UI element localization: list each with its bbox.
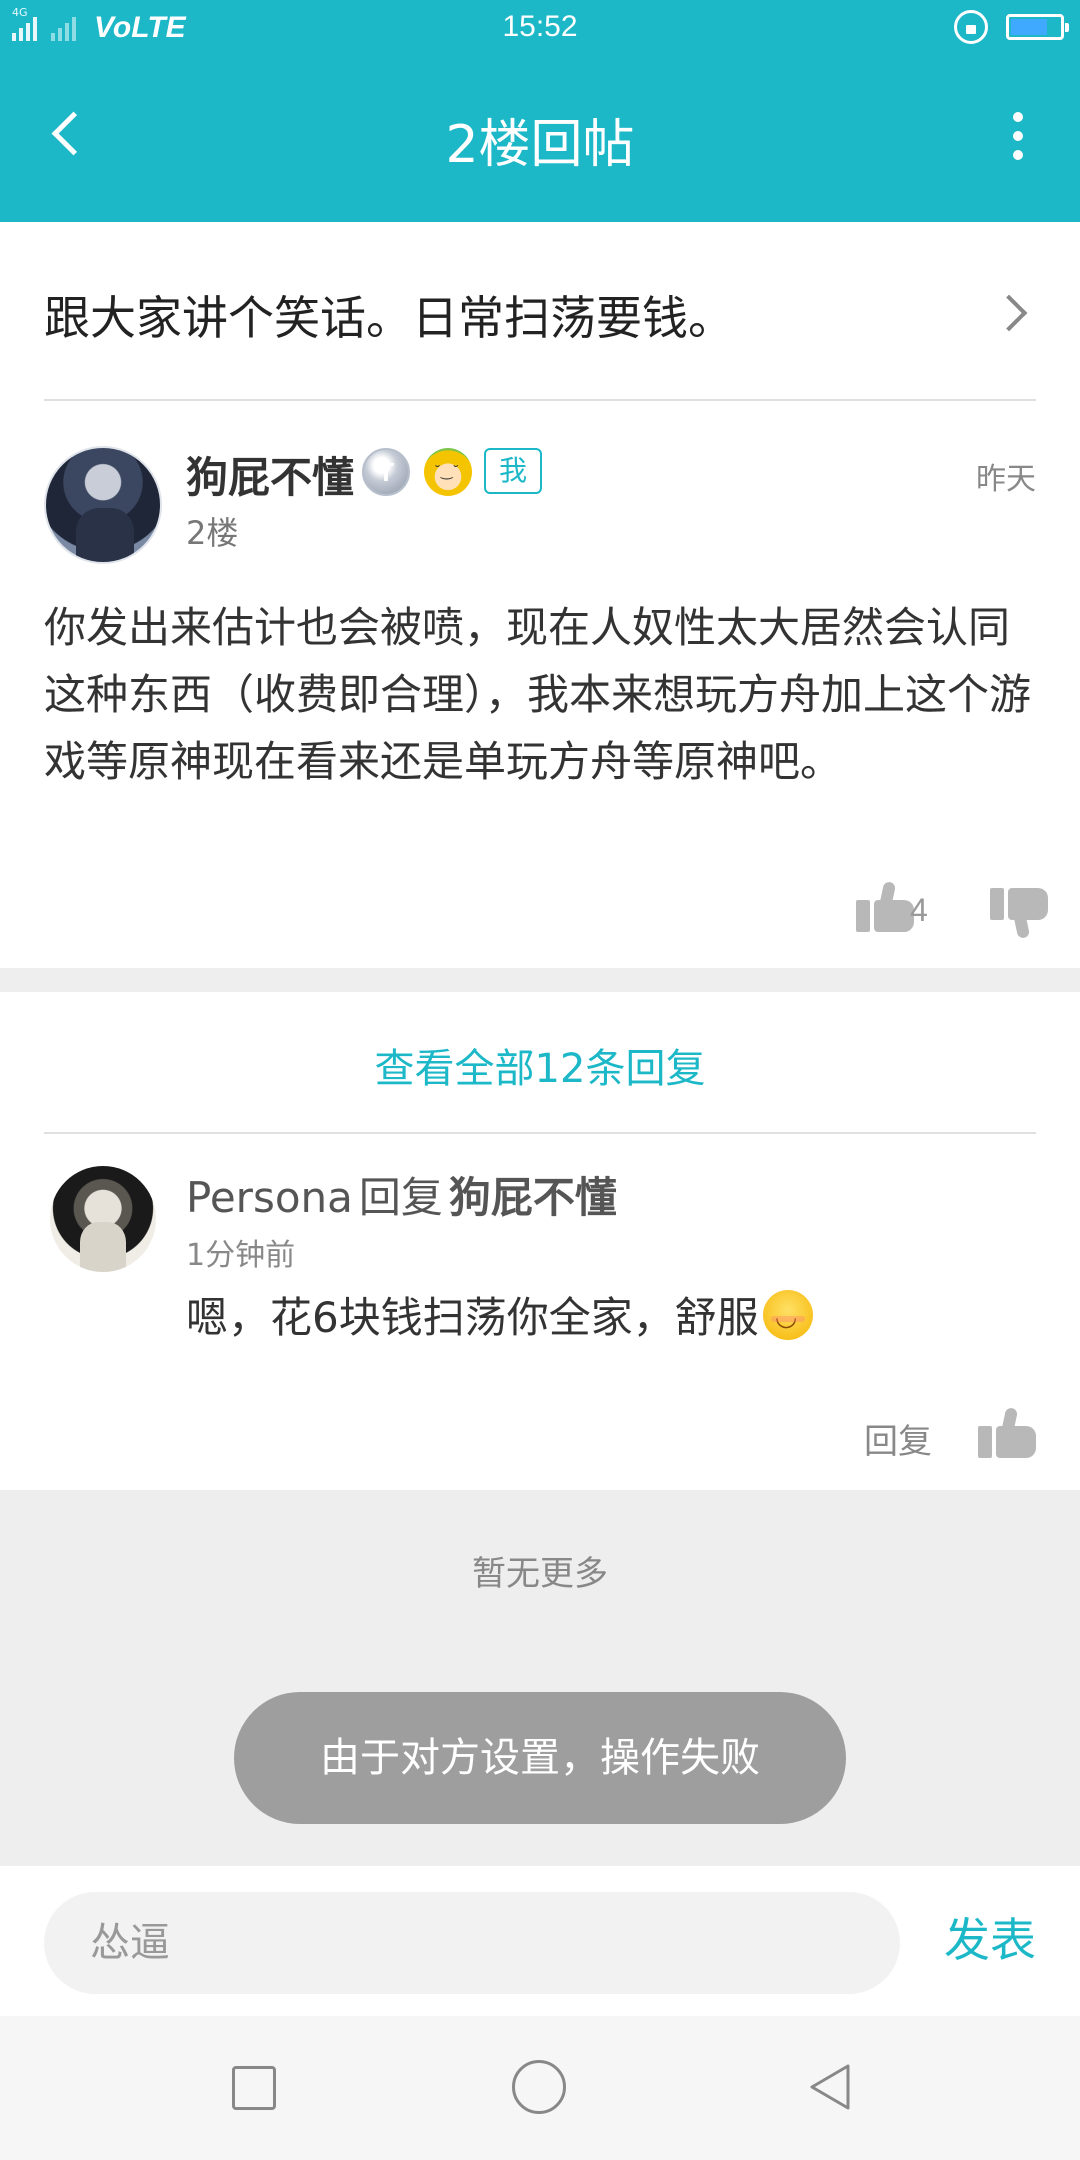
like-button[interactable] <box>856 880 916 936</box>
status-icons <box>954 10 1069 44</box>
comment-input[interactable] <box>44 1892 900 1994</box>
app-bar: 2楼回帖 <box>0 56 1080 222</box>
reply-target[interactable]: 狗屁不懂 <box>449 1173 617 1222</box>
chevron-right-icon <box>992 292 1032 332</box>
publish-button[interactable]: 发表 <box>944 1904 1036 1970</box>
post-time: 昨天 <box>976 462 1036 497</box>
level-badge-icon: T <box>362 448 410 496</box>
reply-header: Persona 回复 狗屁不懂 <box>186 1164 617 1225</box>
section-separator <box>0 968 1080 992</box>
thumbs-down-icon <box>1008 888 1048 920</box>
more-vertical-icon[interactable] <box>988 106 1048 166</box>
lock-rotation-icon <box>954 10 988 44</box>
toast-message: 由于对方设置，操作失败 <box>234 1692 846 1824</box>
reply-username[interactable]: Persona <box>186 1173 353 1222</box>
thumbs-up-icon <box>978 1426 1036 1458</box>
me-badge: 我 <box>484 448 542 494</box>
comment-composer: 发表 <box>0 1866 1080 2016</box>
thread-title: 跟大家讲个笑话。日常扫荡要钱。 <box>44 291 734 345</box>
divider <box>44 1132 1036 1134</box>
thumbs-up-icon <box>856 900 914 932</box>
smile-emoji-icon <box>762 1289 813 1340</box>
page-title: 2楼回帖 <box>445 115 635 175</box>
post-body: 你发出来估计也会被喷，现在人奴性太大居然会认同这种东西（收费即合理），我本来想玩… <box>44 603 1032 786</box>
status-bar: 4G VoLTE 15:52 <box>0 0 1080 56</box>
reply-verb: 回复 <box>358 1173 443 1222</box>
reply-button[interactable]: 回复 <box>864 1414 932 1463</box>
battery-icon <box>1006 14 1069 40</box>
avatar[interactable] <box>44 446 162 564</box>
system-nav-bar <box>0 2016 1080 2160</box>
back-triangle-icon[interactable] <box>804 2060 858 2114</box>
dislike-button[interactable] <box>992 880 1052 936</box>
like-count: 4 <box>910 892 928 928</box>
reply-text: 嗯，花6块钱扫荡你全家，舒服 <box>186 1293 759 1342</box>
post-username[interactable]: 狗屁不懂 <box>186 444 354 505</box>
view-all-replies-link[interactable]: 查看全部12条回复 <box>0 1036 1080 1094</box>
character-badge-icon <box>424 448 472 496</box>
floor-label: 2楼 <box>186 514 239 552</box>
status-time: 15:52 <box>502 10 578 43</box>
thread-title-row[interactable]: 跟大家讲个笑话。日常扫荡要钱。 <box>0 222 1080 400</box>
reply-body: 嗯，花6块钱扫荡你全家，舒服 <box>186 1284 813 1345</box>
reply-avatar[interactable] <box>50 1166 156 1272</box>
home-icon[interactable] <box>512 2060 566 2114</box>
recent-apps-icon[interactable] <box>232 2066 276 2110</box>
reply-time: 1分钟前 <box>186 1238 296 1273</box>
divider <box>44 399 1036 401</box>
reply-like-button[interactable] <box>978 1406 1040 1466</box>
no-more-label: 暂无更多 <box>472 1554 608 1594</box>
